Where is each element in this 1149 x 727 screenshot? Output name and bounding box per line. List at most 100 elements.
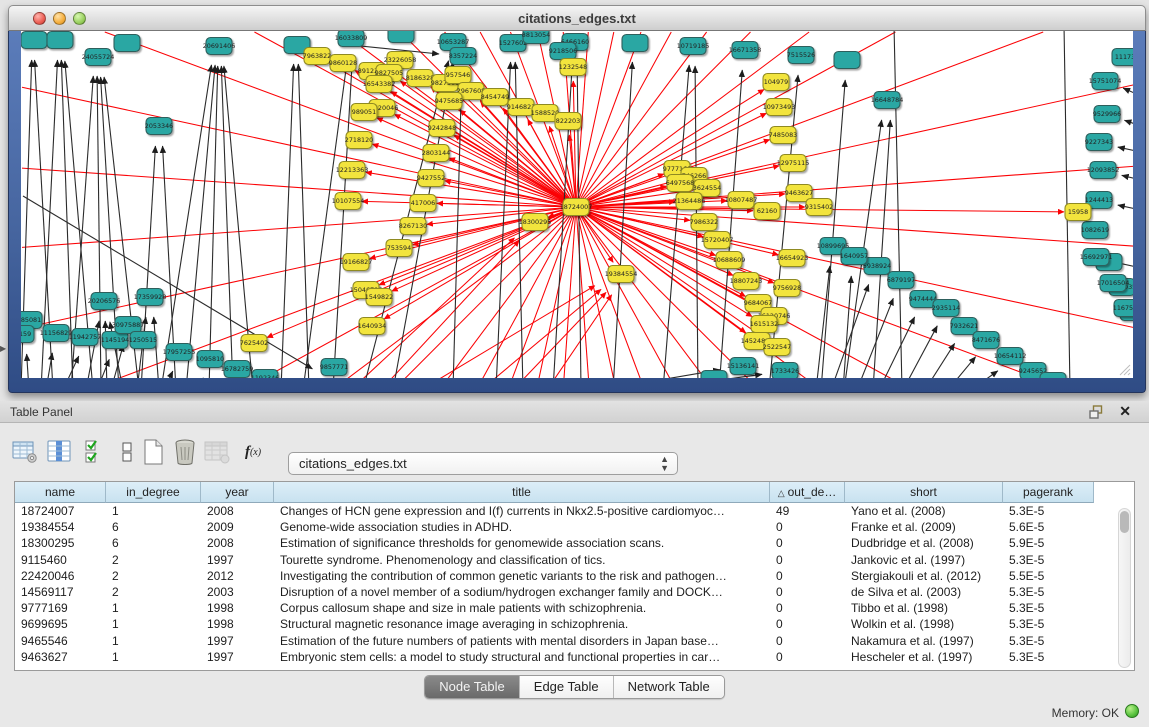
graph-edge[interactable] — [22, 207, 576, 247]
graph-node[interactable]: 20691406 — [203, 38, 236, 55]
graph-edge[interactable] — [303, 57, 348, 378]
graph-node[interactable]: 8267130 — [399, 218, 427, 235]
graph-node[interactable]: 15692971 — [1080, 249, 1113, 266]
tab-node-table[interactable]: Node Table — [425, 676, 520, 698]
graph-node[interactable]: 10973493 — [763, 99, 796, 116]
graph-node[interactable]: 1192346 — [251, 370, 279, 379]
graph-node[interactable]: 9475685 — [435, 93, 463, 110]
graph-edge[interactable] — [513, 292, 606, 378]
column-visibility-icon[interactable] — [44, 437, 74, 467]
network-canvas[interactable]: 2405572420691406160338091065328715276026… — [21, 31, 1133, 378]
graph-edge[interactable] — [372, 144, 576, 207]
graph-node[interactable]: 6879197 — [887, 272, 915, 289]
graph-edge[interactable] — [298, 64, 309, 378]
graph-node[interactable]: 2522547 — [763, 339, 791, 356]
graph-node[interactable]: 10688609 — [713, 252, 746, 269]
vertical-scrollbar[interactable] — [1118, 508, 1131, 668]
graph-node[interactable]: 1232548 — [559, 59, 587, 76]
graph-edge[interactable] — [873, 120, 890, 378]
table-row[interactable]: 1456911722003Disruption of a novel membe… — [15, 584, 1134, 600]
row-selection-icon[interactable] — [80, 437, 110, 467]
graph-node[interactable]: 12093852 — [1087, 162, 1120, 179]
graph-node[interactable]: 12213363 — [336, 162, 369, 179]
graph-node[interactable]: 16654923 — [776, 250, 809, 267]
graph-edge[interactable] — [1122, 175, 1133, 180]
graph-edge[interactable] — [971, 371, 998, 378]
graph-edge[interactable] — [576, 207, 1133, 328]
graph-node[interactable]: 21364486 — [673, 193, 706, 210]
float-window-icon[interactable] — [1089, 405, 1105, 419]
graph-edge[interactable] — [576, 166, 1133, 207]
graph-edge[interactable] — [576, 32, 751, 207]
graph-node[interactable]: 17957255 — [163, 344, 196, 361]
graph-node[interactable]: 1640934 — [358, 318, 386, 335]
graph-node[interactable]: 7515526 — [787, 47, 815, 64]
graph-edge[interactable] — [843, 276, 851, 378]
graph-node[interactable]: 11156829 — [40, 325, 73, 342]
resize-grip[interactable] — [1117, 362, 1131, 376]
tab-network-table[interactable]: Network Table — [614, 676, 724, 698]
graph-node[interactable]: 6497568 — [666, 175, 694, 192]
table-row[interactable]: 946554611997Estimation of the future num… — [15, 633, 1134, 649]
graph-edge[interactable] — [821, 80, 845, 378]
graph-edge[interactable] — [563, 207, 576, 378]
table-row[interactable]: 1830029562008Estimation of significance … — [15, 535, 1134, 551]
graph-node[interactable]: 8813054 — [522, 31, 550, 44]
graph-node[interactable]: 10107554 — [332, 193, 365, 210]
graph-node[interactable]: 7932621 — [950, 318, 978, 335]
graph-node[interactable]: 8357224 — [449, 48, 477, 65]
import-table-icon[interactable] — [202, 437, 232, 467]
graph-edge[interactable] — [22, 168, 576, 207]
graph-node[interactable]: 16782759 — [221, 361, 254, 378]
graph-node[interactable]: 753594 — [386, 240, 412, 257]
graph-edge[interactable] — [453, 75, 462, 378]
graph-node[interactable] — [834, 52, 860, 69]
graph-node[interactable]: 17016504 — [1097, 275, 1130, 292]
graph-node[interactable]: 11173 — [1112, 49, 1133, 66]
graph-node[interactable]: 2803144 — [422, 145, 450, 162]
close-icon[interactable]: ✕ — [1119, 403, 1131, 420]
graph-node[interactable]: 19384554 — [605, 266, 638, 283]
graph-edge[interactable] — [663, 65, 689, 378]
graph-node[interactable]: 20206576 — [88, 293, 121, 310]
graph-edge[interactable] — [281, 64, 294, 378]
graph-edge[interactable] — [333, 58, 352, 378]
table-row[interactable]: 1872400712008Changes of HCN gene express… — [15, 503, 1134, 519]
graph-node[interactable] — [114, 35, 140, 52]
new-table-icon[interactable] — [138, 437, 168, 467]
graph-node[interactable]: 8471676 — [972, 332, 1000, 349]
graph-node[interactable]: 1615132 — [750, 316, 778, 333]
graph-node[interactable]: 417006 — [410, 195, 436, 212]
graph-node[interactable]: 8454749 — [481, 89, 509, 106]
graph-node[interactable]: 2935114 — [932, 300, 960, 317]
column-header-title[interactable]: title — [274, 482, 770, 503]
graph-edge[interactable] — [221, 66, 233, 378]
column-header-year[interactable]: year — [201, 482, 274, 503]
panel-collapse-arrow-icon[interactable]: ▶ — [0, 344, 6, 353]
graph-node[interactable]: 104979 — [763, 74, 789, 91]
graph-node[interactable]: 1167533 — [1113, 300, 1133, 317]
table-settings-icon[interactable] — [10, 437, 40, 467]
graph-node[interactable]: 9218506 — [549, 43, 577, 60]
graph-node[interactable]: 9756928 — [773, 280, 801, 297]
graph-edge[interactable] — [97, 359, 109, 378]
graph-node[interactable]: 24055724 — [82, 49, 115, 66]
tab-edge-table[interactable]: Edge Table — [520, 676, 614, 698]
graph-node[interactable]: 957546 — [445, 67, 471, 84]
memory-status-indicator[interactable] — [1125, 704, 1139, 718]
graph-node[interactable]: 18300295 — [519, 214, 552, 231]
table-row[interactable]: 2242004622012Investigating the contribut… — [15, 568, 1134, 584]
column-header-in_degree[interactable]: in_degree — [106, 482, 201, 503]
graph-node[interactable]: 7485083 — [769, 127, 797, 144]
graph-node[interactable]: 1733426 — [771, 363, 799, 379]
table-row[interactable]: 969969511998Structural magnetic resonanc… — [15, 616, 1134, 632]
graph-node[interactable]: 16033809 — [335, 31, 368, 47]
graph-node[interactable]: 1640957 — [840, 248, 868, 265]
graph-node[interactable]: 18807243 — [730, 273, 763, 290]
graph-edge[interactable] — [925, 343, 955, 378]
scrollbar-thumb[interactable] — [1120, 511, 1129, 533]
graph-edge[interactable] — [948, 357, 976, 378]
graph-node[interactable]: 7625402 — [240, 335, 268, 352]
graph-node[interactable] — [47, 32, 73, 49]
graph-edge[interactable] — [377, 118, 576, 207]
